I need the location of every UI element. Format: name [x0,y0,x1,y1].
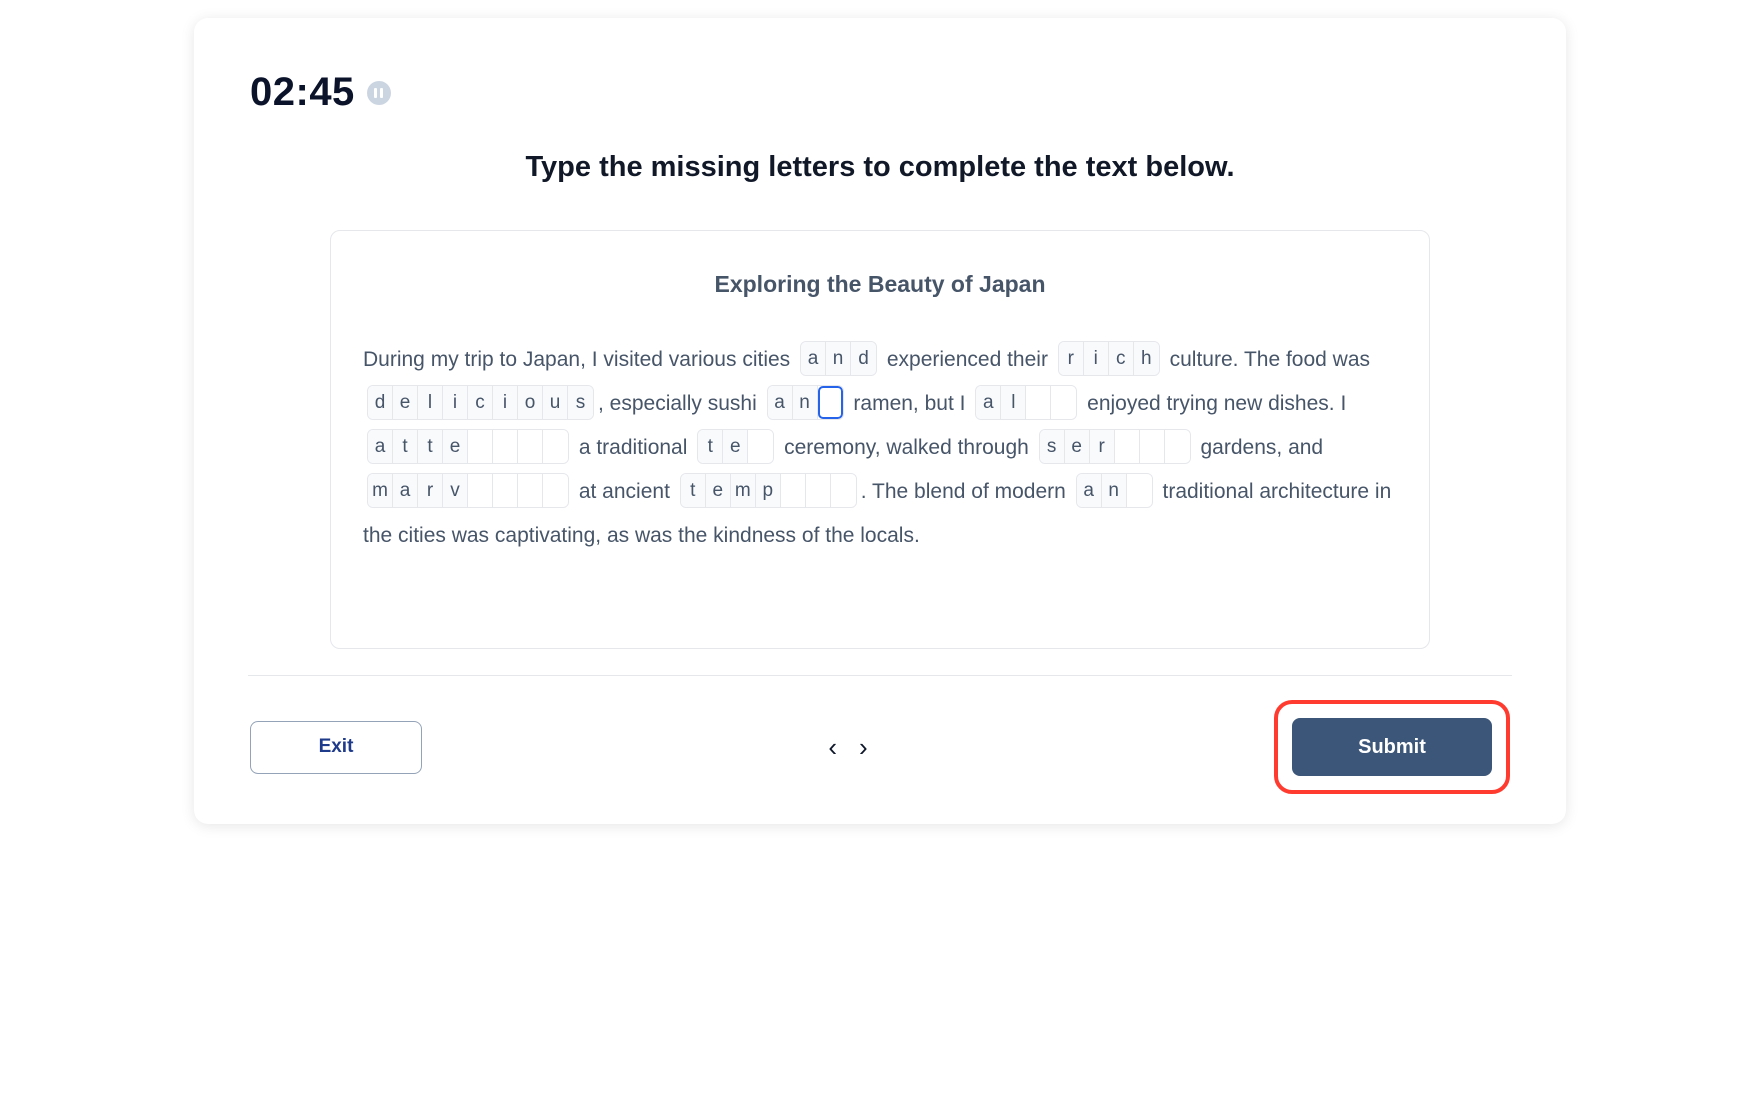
exercise-panel: Exploring the Beauty of Japan During my … [330,230,1430,649]
letter-cell[interactable] [493,430,518,463]
letter-cell[interactable]: a [393,474,418,507]
letter-cell[interactable]: c [1109,342,1134,375]
letter-cell[interactable]: a [801,342,826,375]
letter-cell[interactable]: t [698,430,723,463]
letter-word[interactable]: and [800,341,877,376]
letter-cell[interactable]: a [368,430,393,463]
letter-cell[interactable]: a [1077,474,1102,507]
letter-cell[interactable] [831,474,856,507]
letter-cell[interactable] [518,430,543,463]
letter-cell[interactable] [806,474,831,507]
letter-cell[interactable]: n [826,342,851,375]
letter-cell[interactable] [1026,386,1051,419]
letter-cell[interactable] [543,474,568,507]
letter-cell[interactable]: l [418,386,443,419]
letter-cell[interactable]: l [1001,386,1026,419]
chevron-left-icon[interactable]: ‹ [828,732,837,763]
letter-cell[interactable] [1165,430,1190,463]
submit-highlight: Submit [1274,700,1510,794]
letter-word[interactable]: rich [1058,341,1160,376]
letter-cell[interactable]: e [1065,430,1090,463]
letter-cell[interactable]: d [368,386,393,419]
letter-cell[interactable]: c [468,386,493,419]
letter-cell[interactable] [468,430,493,463]
letter-cell[interactable]: n [1102,474,1127,507]
letter-cell[interactable] [748,430,773,463]
letter-cell[interactable]: a [976,386,1001,419]
letter-cell[interactable]: t [393,430,418,463]
letter-cell[interactable]: r [1059,342,1084,375]
passage-text: During my trip to Japan, I visited vario… [363,338,1397,558]
letter-word[interactable]: atte [367,429,569,464]
chevron-right-icon[interactable]: › [859,732,868,763]
letter-cell[interactable]: m [731,474,756,507]
letter-word[interactable]: temp [680,473,857,508]
letter-cell[interactable] [1115,430,1140,463]
panel-title: Exploring the Beauty of Japan [363,271,1397,298]
letter-cell[interactable] [781,474,806,507]
letter-cell[interactable]: n [793,386,818,419]
letter-cell[interactable] [493,474,518,507]
letter-cell[interactable]: i [493,386,518,419]
letter-word[interactable]: an [767,385,844,420]
footer: Exit ‹ › Submit [250,700,1510,794]
letter-cell[interactable]: d [851,342,876,375]
pause-icon[interactable] [367,81,391,105]
letter-cell[interactable]: s [1040,430,1065,463]
letter-cell[interactable]: u [543,386,568,419]
letter-word[interactable]: te [697,429,774,464]
letter-cell[interactable]: o [518,386,543,419]
letter-cell[interactable]: p [756,474,781,507]
pagination-nav: ‹ › [828,732,867,763]
timer: 02:45 [250,70,355,115]
letter-cell[interactable]: e [393,386,418,419]
letter-cell[interactable]: e [723,430,748,463]
letter-cell[interactable]: i [443,386,468,419]
letter-cell[interactable] [518,474,543,507]
letter-cell[interactable] [468,474,493,507]
letter-cell[interactable]: r [418,474,443,507]
quiz-card: 02:45 Type the missing letters to comple… [194,18,1566,824]
letter-cell[interactable] [543,430,568,463]
letter-word[interactable]: ser [1039,429,1191,464]
letter-word[interactable]: al [975,385,1077,420]
instruction: Type the missing letters to complete the… [250,151,1510,184]
timer-row: 02:45 [250,70,1510,115]
letter-word[interactable]: delicious [367,385,594,420]
letter-cell[interactable] [1127,474,1152,507]
submit-button[interactable]: Submit [1292,718,1492,776]
letter-cell[interactable]: s [568,386,593,419]
letter-cell[interactable]: a [768,386,793,419]
letter-cell[interactable] [1051,386,1076,419]
divider [248,675,1512,676]
letter-cell[interactable]: r [1090,430,1115,463]
letter-cell[interactable]: e [706,474,731,507]
letter-cell[interactable]: t [681,474,706,507]
letter-cell[interactable] [1140,430,1165,463]
letter-cell[interactable]: h [1134,342,1159,375]
letter-cell[interactable]: e [443,430,468,463]
letter-cell[interactable]: m [368,474,393,507]
letter-cell[interactable]: t [418,430,443,463]
letter-cell[interactable]: i [1084,342,1109,375]
letter-word[interactable]: an [1076,473,1153,508]
letter-cell[interactable] [818,386,843,419]
letter-word[interactable]: marv [367,473,569,508]
exit-button[interactable]: Exit [250,721,422,774]
letter-cell[interactable]: v [443,474,468,507]
